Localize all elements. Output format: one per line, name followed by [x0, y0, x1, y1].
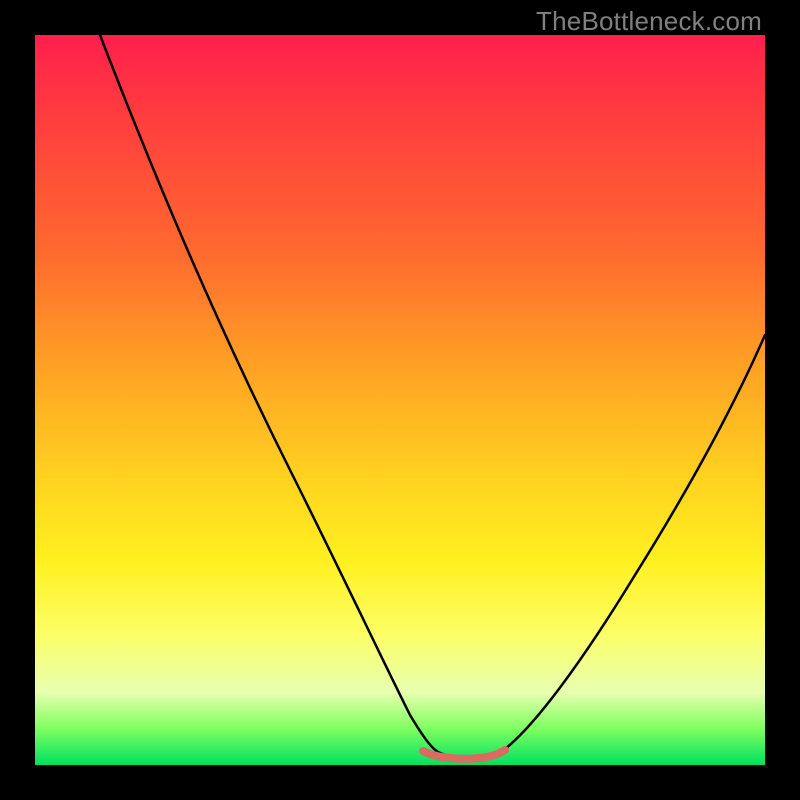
- watermark-text: TheBottleneck.com: [536, 6, 762, 37]
- curve-svg: [35, 35, 765, 765]
- plot-area: [35, 35, 765, 765]
- curve-right-arm: [505, 335, 765, 749]
- curve-left-arm: [100, 35, 440, 753]
- chart-frame: TheBottleneck.com: [0, 0, 800, 800]
